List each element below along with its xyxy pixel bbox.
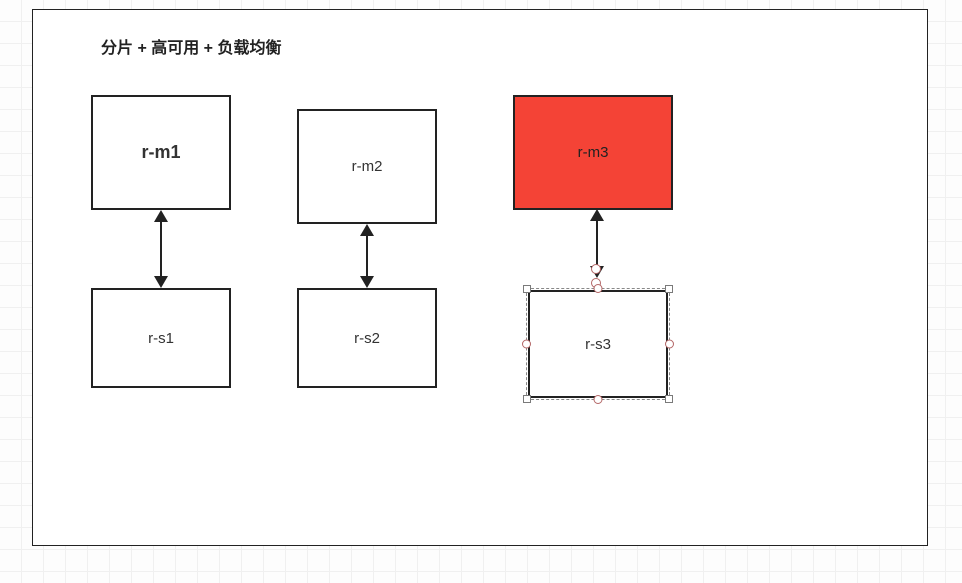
node-label: r-s2 <box>354 330 380 347</box>
connector-m2-s2[interactable] <box>366 236 368 276</box>
node-r-s2[interactable]: r-s2 <box>297 288 437 388</box>
connector-m1-s1[interactable] <box>160 222 162 276</box>
node-r-m1[interactable]: r-m1 <box>91 95 231 210</box>
node-label: r-m2 <box>352 158 383 175</box>
connector-endpoint[interactable] <box>591 278 601 288</box>
connector-m3-s3[interactable] <box>596 221 598 266</box>
diagram-canvas[interactable]: 分片 + 高可用 + 负载均衡 r-m1 r-m2 r-m3 r-s1 r-s2… <box>32 9 928 546</box>
node-r-s1[interactable]: r-s1 <box>91 288 231 388</box>
node-r-m2[interactable]: r-m2 <box>297 109 437 224</box>
node-r-s3[interactable]: r-s3 <box>528 290 668 398</box>
node-label: r-s1 <box>148 330 174 347</box>
node-label: r-s3 <box>585 336 611 353</box>
node-r-m3[interactable]: r-m3 <box>513 95 673 210</box>
node-label: r-m3 <box>578 144 609 161</box>
connector-endpoint[interactable] <box>591 264 601 274</box>
diagram-title: 分片 + 高可用 + 负载均衡 <box>101 34 281 58</box>
node-label: r-m1 <box>141 142 180 163</box>
